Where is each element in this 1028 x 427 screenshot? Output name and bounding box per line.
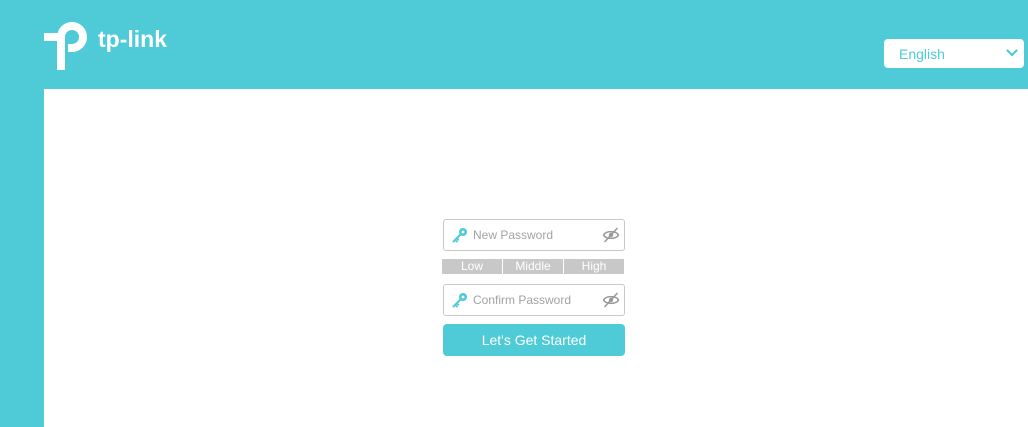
new-password-input[interactable] (473, 226, 593, 244)
tp-link-logo-icon (44, 22, 87, 70)
main-panel: Low Middle High Let's Get Started (44, 89, 1028, 427)
confirm-password-field (443, 284, 625, 316)
new-password-field (443, 219, 625, 251)
key-icon (452, 228, 467, 243)
tp-link-logo: tp-link (44, 20, 167, 70)
confirm-password-input[interactable] (473, 291, 593, 309)
set-password-form: Low Middle High Let's Get Started (442, 219, 625, 356)
strength-middle: Middle (503, 259, 564, 274)
brand-name: tp-link (98, 25, 167, 52)
language-select[interactable]: English (884, 39, 1024, 68)
language-selected-value: English (899, 45, 945, 62)
eye-slash-icon[interactable] (602, 292, 620, 308)
key-icon (452, 293, 467, 308)
strength-high: High (564, 259, 624, 274)
chevron-down-icon (1006, 49, 1018, 57)
eye-slash-icon[interactable] (602, 227, 620, 243)
strength-low: Low (442, 259, 503, 274)
lets-get-started-button[interactable]: Let's Get Started (443, 324, 625, 356)
password-strength-meter: Low Middle High (442, 259, 624, 274)
